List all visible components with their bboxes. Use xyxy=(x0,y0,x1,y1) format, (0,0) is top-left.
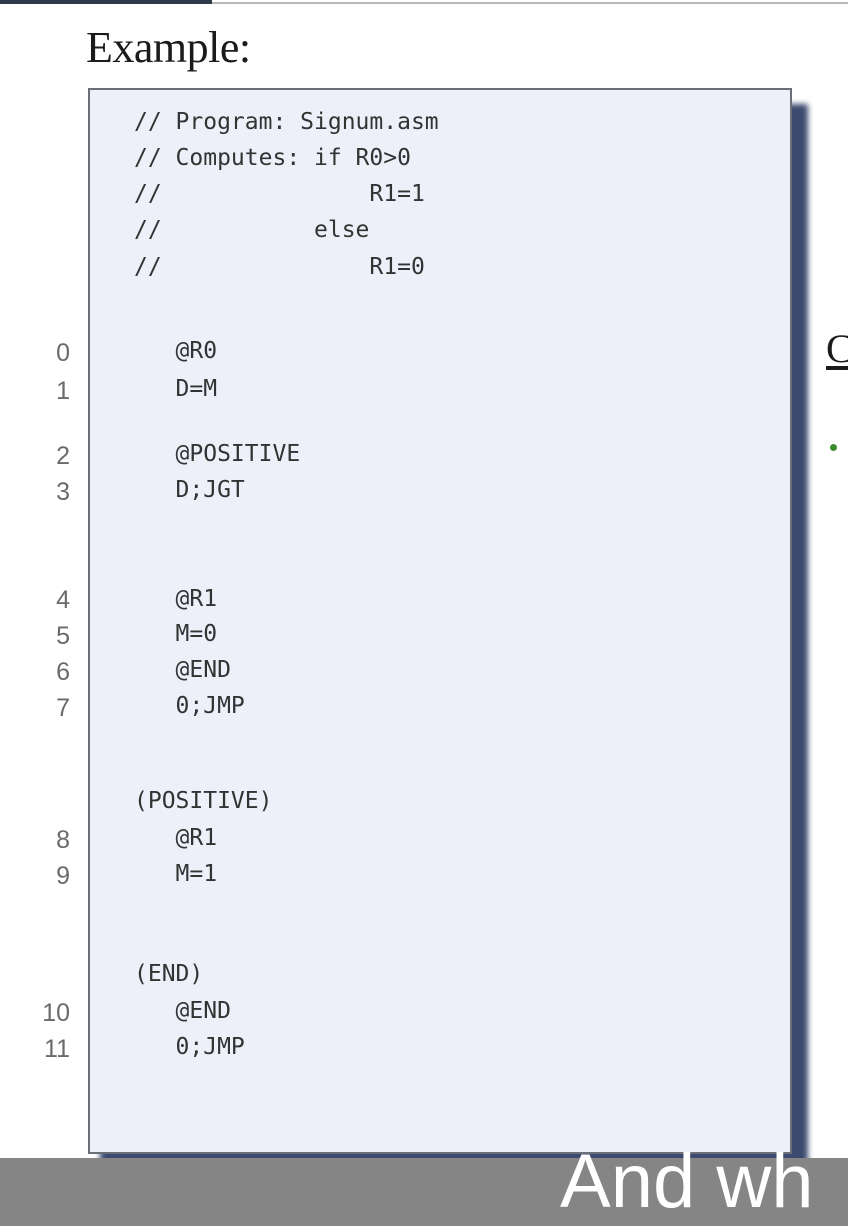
code-instruction: D=M xyxy=(134,376,218,402)
code-instruction: @R1 xyxy=(134,586,218,612)
line-number: 1 xyxy=(56,377,70,405)
top-rule xyxy=(0,0,848,6)
code-instruction: @R1 xyxy=(134,825,218,851)
code-instruction: M=1 xyxy=(134,861,218,887)
line-number: 5 xyxy=(56,622,70,650)
code-instruction: M=0 xyxy=(134,621,218,647)
bullet-icon xyxy=(830,444,837,451)
line-number: 0 xyxy=(56,339,70,367)
code-instruction: @END xyxy=(134,657,231,683)
line-number: 3 xyxy=(56,478,70,506)
code-instruction: 0;JMP xyxy=(134,1034,245,1060)
code-comment-line: // R1=0 xyxy=(134,254,425,280)
code-instruction: D;JGT xyxy=(134,477,245,503)
code-instruction: @END xyxy=(134,998,231,1024)
code-instruction: @POSITIVE xyxy=(134,441,301,467)
line-number: 4 xyxy=(56,586,70,614)
code-instruction: @R0 xyxy=(134,338,218,364)
example-heading: Example: xyxy=(86,23,251,72)
top-rule-light-segment xyxy=(212,2,848,4)
line-number: 10 xyxy=(42,999,70,1027)
code-label: (END) xyxy=(134,961,204,987)
line-number: 6 xyxy=(56,658,70,686)
code-comment-line: // R1=1 xyxy=(134,181,425,207)
side-heading-fragment: C xyxy=(826,326,848,371)
caption-text: And wh xyxy=(560,1139,814,1224)
code-comment-line: // else xyxy=(134,217,370,243)
line-number: 7 xyxy=(56,694,70,722)
line-number: 2 xyxy=(56,442,70,470)
line-number: 8 xyxy=(56,826,70,854)
top-rule-dark-segment xyxy=(0,0,212,4)
code-instruction: 0;JMP xyxy=(134,693,245,719)
code-comment-line: // Computes: if R0>0 xyxy=(134,145,411,171)
code-comment-line: // Program: Signum.asm xyxy=(134,109,439,135)
code-label: (POSITIVE) xyxy=(134,788,273,814)
line-number: 9 xyxy=(56,862,70,890)
line-number: 11 xyxy=(44,1035,70,1063)
